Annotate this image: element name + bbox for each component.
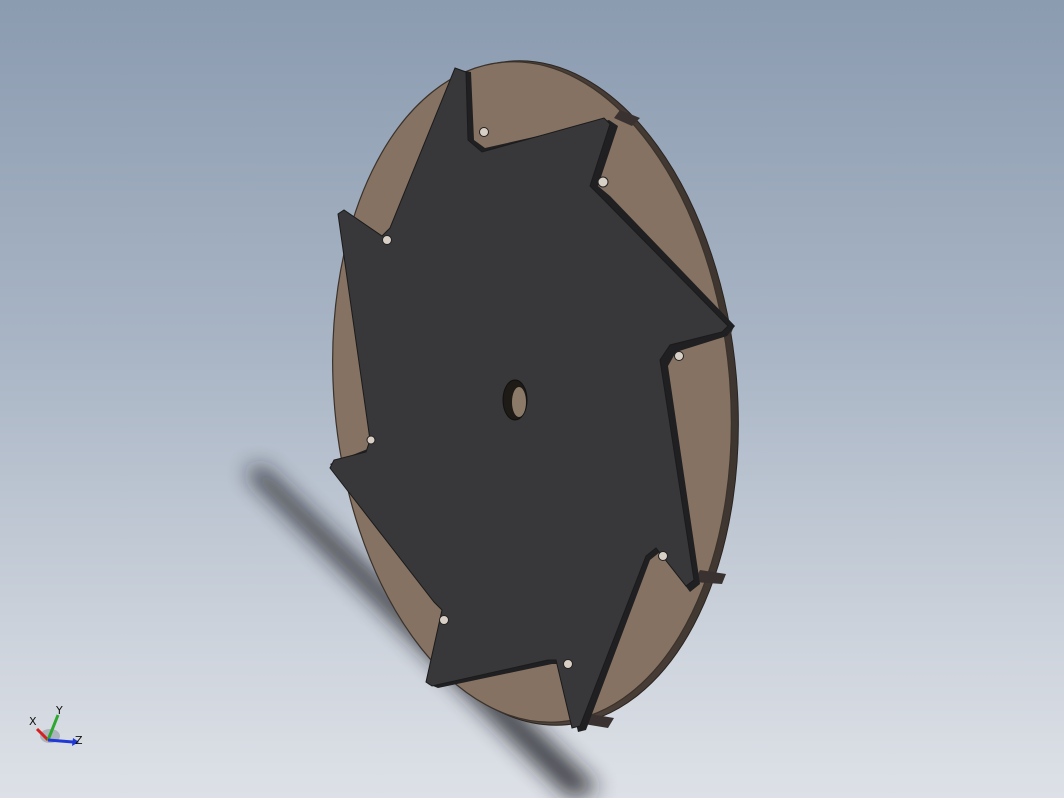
orientation-triad[interactable]: X Y Z: [26, 702, 90, 754]
triad-x-label: X: [29, 715, 37, 728]
triad-z-label: Z: [75, 734, 83, 747]
triad-y-label: Y: [55, 704, 63, 717]
bolt-hole: [439, 615, 449, 625]
bolt-hole: [674, 351, 684, 361]
bolt-hole: [366, 435, 376, 445]
model-scene[interactable]: [0, 0, 1064, 798]
bolt-hole: [658, 551, 668, 561]
graphics-viewport[interactable]: X Y Z: [0, 0, 1064, 798]
bolt-hole: [479, 127, 489, 137]
bolt-hole: [597, 176, 609, 188]
bolt-hole: [563, 659, 573, 669]
center-hole-inner: [512, 387, 526, 417]
triad-z-axis: [47, 738, 74, 744]
bolt-hole: [382, 235, 392, 245]
